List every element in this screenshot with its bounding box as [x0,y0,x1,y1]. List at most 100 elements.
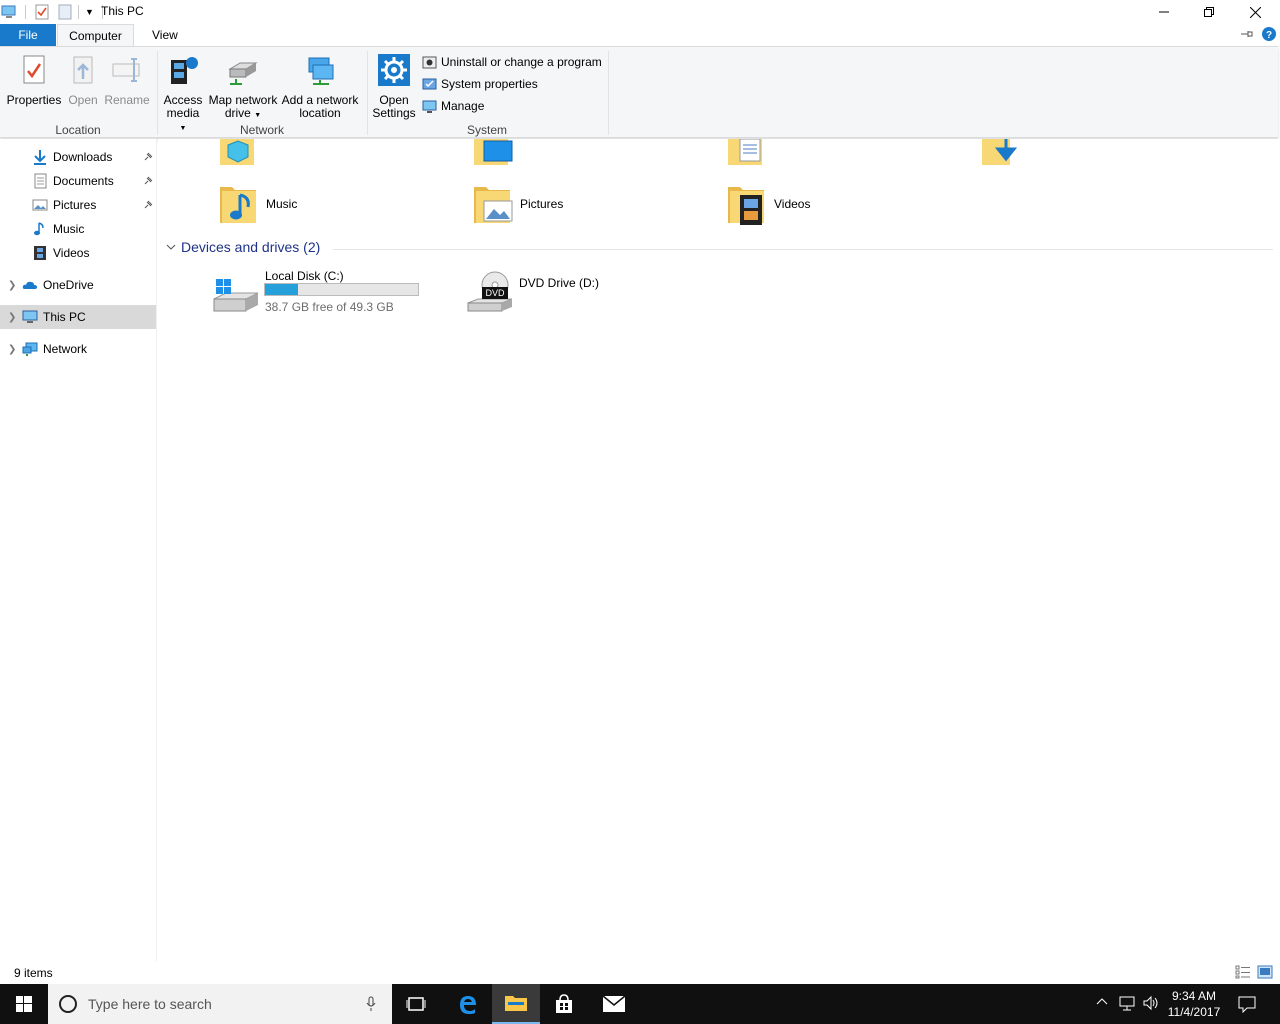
ribbon-separator [608,51,609,135]
videos-icon [34,246,46,260]
tab-file[interactable]: File [0,24,56,46]
taskbar-search[interactable]: Type here to search [48,984,392,1024]
taskbar-file-explorer[interactable] [492,984,540,1024]
expand-chevron-icon[interactable]: ❯ [8,280,16,291]
task-view-icon [406,997,426,1011]
network-tray-icon[interactable] [1118,995,1136,1011]
new-folder-small-icon[interactable] [58,4,72,20]
dropdown-arrow-icon: ▼ [254,112,262,119]
volume-icon[interactable] [1142,995,1160,1011]
start-button[interactable] [0,984,48,1024]
folder-tile-pictures[interactable]: Pictures [472,180,563,228]
drive-dvd-d[interactable]: DVD DVD Drive (D:) [466,269,666,315]
nav-item-this-pc[interactable]: ❯ This PC [0,305,156,329]
taskbar-store[interactable] [540,984,588,1024]
pictures-folder-icon [474,187,513,223]
status-bar: 9 items [0,961,1280,984]
music-icon [34,222,44,236]
uninstall-program-button[interactable]: Uninstall or change a program [422,53,602,71]
add-network-location-button[interactable]: Add a network location [281,53,359,120]
pin-icon[interactable] [143,176,153,186]
tab-view[interactable]: View [140,24,190,46]
pin-ribbon-icon[interactable] [1240,29,1254,39]
desktop-folder-icon[interactable] [474,139,514,165]
properties-small-icon[interactable] [35,4,49,20]
details-view-icon[interactable] [1235,965,1251,979]
rename-button[interactable]: Rename [104,53,150,107]
this-pc-small-icon[interactable] [1,5,17,19]
taskbar: Type here to search 9:34 AM 11/4/2017 [0,984,1280,1024]
item-count: 9 items [14,966,53,980]
pin-icon[interactable] [143,152,153,162]
action-center-icon[interactable] [1238,995,1256,1013]
dvd-badge: DVD [485,288,505,298]
system-properties-button[interactable]: System properties [422,75,538,93]
nav-item-music[interactable]: Music [0,217,156,241]
downloads-icon [34,150,46,165]
music-folder-icon [220,187,256,223]
ribbon-tabs: File Computer View ? [0,24,1280,46]
windows-logo-icon [16,996,32,1012]
expand-chevron-icon[interactable]: ❯ [8,312,16,323]
folder-tile-videos[interactable]: Videos [726,180,810,228]
open-icon [73,56,93,84]
drive-usage-fill [265,284,298,295]
taskbar-mail[interactable] [590,984,638,1024]
customize-qat-icon[interactable]: ▼ [85,7,94,17]
restore-button[interactable] [1186,0,1232,24]
show-hidden-icons-chevron[interactable] [1096,996,1108,1006]
uninstall-icon [422,56,437,68]
expand-chevron-icon[interactable]: ❯ [8,344,16,355]
onedrive-icon [22,281,37,289]
large-icons-view-icon[interactable] [1257,965,1273,979]
nav-item-documents[interactable]: Documents [0,169,156,193]
task-view-button[interactable] [392,984,440,1024]
quick-access-toolbar: ▼ [0,2,103,22]
store-icon [556,994,572,1013]
close-icon [1249,6,1261,18]
folder-tile-music[interactable]: Music [218,180,297,228]
nav-item-onedrive[interactable]: ❯ OneDrive [0,273,156,297]
map-network-drive-button[interactable]: Map network drive ▼ [206,53,280,122]
add-network-location-icon [308,57,334,85]
restore-icon [1204,7,1214,17]
network-icon [22,342,38,356]
local-disk-icon [213,279,259,312]
system-properties-icon [422,78,437,89]
nav-item-videos[interactable]: Videos [0,241,156,265]
minimize-button[interactable] [1141,0,1187,24]
window-title: This PC [101,4,144,18]
clock[interactable]: 9:34 AM 11/4/2017 [1162,988,1226,1020]
nav-item-pictures[interactable]: Pictures [0,193,156,217]
documents-folder-icon[interactable] [728,139,764,165]
group-divider [333,249,1273,250]
file-explorer-icon [505,996,527,1011]
settings-gear-icon [378,54,410,86]
taskbar-edge[interactable] [443,984,491,1024]
pin-icon[interactable] [143,200,153,210]
manage-icon [422,100,437,113]
open-button[interactable]: Open [64,53,102,107]
this-pc-icon [22,310,38,323]
nav-item-downloads[interactable]: Downloads [0,145,156,169]
search-placeholder: Type here to search [88,996,212,1012]
videos-folder-icon [728,187,764,225]
nav-item-network[interactable]: ❯ Network [0,337,156,361]
pictures-icon [32,199,48,211]
drive-usage-bar [264,283,419,296]
manage-button[interactable]: Manage [422,97,484,115]
tab-computer[interactable]: Computer [57,24,134,46]
properties-button[interactable]: Properties [6,53,62,107]
microphone-icon[interactable] [366,996,376,1012]
3d-objects-folder-icon[interactable] [220,139,258,165]
devices-group-header[interactable]: Devices and drives (2) [166,239,320,255]
properties-icon [23,55,45,84]
open-settings-button[interactable]: Open Settings [371,53,417,120]
close-button[interactable] [1232,0,1278,24]
drive-free-space: 38.7 GB free of 49.3 GB [265,300,394,314]
mail-icon [602,995,626,1012]
downloads-folder-icon[interactable] [982,139,1022,165]
svg-text:?: ? [1266,30,1272,41]
navigation-pane: Downloads Documents Pictures Music Video… [0,139,157,961]
help-icon[interactable]: ? [1262,27,1276,41]
